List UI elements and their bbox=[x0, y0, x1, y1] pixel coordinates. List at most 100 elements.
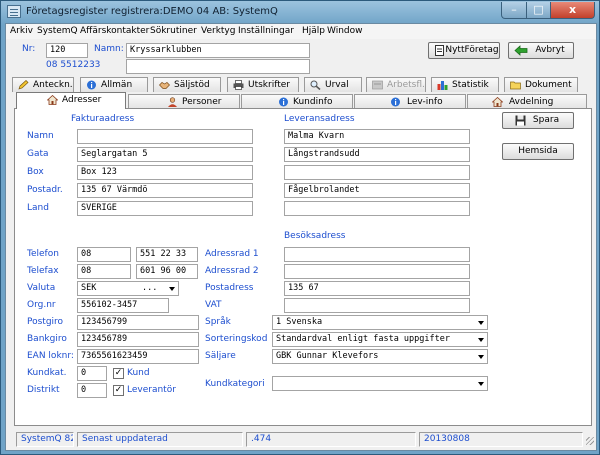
tab-adresser[interactable]: Adresser bbox=[16, 92, 126, 109]
menu-window[interactable]: Window bbox=[327, 26, 363, 36]
kund-checkbox[interactable]: ✓ bbox=[113, 368, 124, 379]
tab-dokument[interactable]: Dokument bbox=[504, 77, 578, 92]
phone-number: 08 5512233 bbox=[46, 60, 101, 70]
bankgiro-field[interactable]: 123456789 bbox=[77, 332, 199, 347]
sorteringskod-select[interactable]: Standardval enligt fasta uppgifter bbox=[272, 332, 488, 347]
tab-lev-info-label: Lev-info bbox=[407, 97, 443, 107]
tab-urval[interactable]: Urval bbox=[304, 77, 362, 92]
tab-lev-info[interactable]: Lev-info bbox=[354, 94, 466, 109]
tab-kundinfo-label: Kundinfo bbox=[293, 97, 333, 107]
resize-grip-icon[interactable] bbox=[586, 437, 594, 445]
adressrad2-field[interactable] bbox=[284, 264, 470, 279]
menu-sokrutiner[interactable]: Sökrutiner bbox=[150, 26, 197, 36]
status-system: SystemQ 82 bbox=[16, 432, 74, 447]
valuta-dots: ... bbox=[142, 283, 158, 293]
chevron-down-icon bbox=[478, 382, 484, 386]
menu-arkiv[interactable]: Arkiv bbox=[10, 26, 33, 36]
postgiro-field[interactable]: 123456799 bbox=[77, 315, 199, 330]
telefon-label: Telefon bbox=[27, 249, 59, 259]
distrikt-field[interactable]: 0 bbox=[77, 383, 107, 398]
client-area: Arkiv SystemQ Affärskontakter Sökrutiner… bbox=[5, 23, 597, 451]
sprak-select[interactable]: 1 Svenska bbox=[272, 315, 488, 330]
vat-field[interactable] bbox=[284, 298, 470, 313]
tab-statistik-label: Statistik bbox=[452, 80, 489, 90]
menu-verktyg[interactable]: Verktyg bbox=[201, 26, 235, 36]
nr-label: Nr: bbox=[22, 44, 36, 54]
adressrad1-label: Adressrad 1 bbox=[205, 249, 259, 259]
postadress-label: Postadress bbox=[205, 283, 254, 293]
ean-field[interactable]: 7365561623459 bbox=[77, 349, 199, 364]
leverans-rad1-field[interactable]: Malma Kvarn bbox=[284, 129, 470, 144]
title-bar[interactable]: Företagsregister registrera:DEMO 04 AB: … bbox=[1, 1, 600, 23]
telefax-area-field[interactable]: 08 bbox=[77, 264, 131, 279]
telefax-number-field[interactable]: 601 96 00 bbox=[136, 264, 198, 279]
postadress-field[interactable]: 135 67 bbox=[284, 281, 470, 296]
namn-field[interactable]: Kryssarklubben bbox=[126, 43, 310, 58]
kundkategori-select[interactable] bbox=[272, 376, 488, 391]
leverans-rad2-field[interactable]: Långstrandsudd bbox=[284, 147, 470, 162]
avbryt-button[interactable]: Avbryt bbox=[508, 42, 574, 59]
workflow-icon bbox=[372, 80, 383, 90]
pencil-icon bbox=[18, 80, 29, 90]
maximize-button[interactable]: □ bbox=[526, 2, 551, 19]
menu-systemq[interactable]: SystemQ bbox=[37, 26, 78, 36]
faktura-namn-field[interactable] bbox=[77, 129, 253, 144]
hemsida-button[interactable]: Hemsida bbox=[502, 143, 574, 160]
status-bar: SystemQ 82 Senast uppdaterad .474 201308… bbox=[6, 429, 596, 449]
info-icon bbox=[87, 80, 96, 90]
besoksadress-heading: Besöksadress bbox=[284, 231, 346, 241]
leverantor-checkbox[interactable]: ✓ bbox=[113, 385, 124, 396]
house-icon bbox=[47, 95, 58, 105]
tab-arbetsfl: Arbetsfl. bbox=[366, 77, 426, 92]
menu-installningar[interactable]: Inställningar bbox=[238, 26, 294, 36]
saljare-select[interactable]: GBK Gunnar Klevefors bbox=[272, 349, 488, 364]
leverans-rad4-field[interactable]: Fågelbrolandet bbox=[284, 183, 470, 198]
saljare-label: Säljare bbox=[205, 351, 236, 361]
tab-personer[interactable]: Personer bbox=[128, 94, 240, 109]
tab-arbetsfl-label: Arbetsfl. bbox=[387, 80, 425, 90]
tab-anteckn-label: Anteckn. bbox=[33, 80, 73, 90]
tab-kundinfo[interactable]: Kundinfo bbox=[241, 94, 353, 109]
close-button[interactable]: x bbox=[550, 2, 595, 19]
floppy-disk-icon bbox=[515, 115, 526, 126]
bar-chart-icon bbox=[437, 81, 448, 90]
leverans-rad3-field[interactable] bbox=[284, 165, 470, 180]
faktura-gata-field[interactable]: Seglargatan 5 bbox=[77, 147, 253, 162]
adressrad1-field[interactable] bbox=[284, 247, 470, 262]
info-icon bbox=[279, 97, 288, 107]
tab-utskrifter[interactable]: Utskrifter bbox=[227, 77, 299, 92]
tab-avdelning[interactable]: Avdelning bbox=[467, 94, 587, 109]
faktura-land-field[interactable]: SVERIGE bbox=[77, 201, 253, 216]
tab-allman[interactable]: Allmän bbox=[80, 77, 148, 92]
kundkategori-label: Kundkategori bbox=[205, 379, 265, 389]
tab-dokument-label: Dokument bbox=[525, 80, 572, 90]
chevron-down-icon bbox=[478, 338, 484, 342]
nr-field[interactable]: 120 bbox=[46, 43, 88, 58]
sorteringskod-label: Sorteringskod bbox=[205, 334, 268, 344]
menu-hjalp[interactable]: Hjälp bbox=[302, 26, 325, 36]
orgnr-field[interactable]: 556102-3457 bbox=[77, 298, 169, 313]
spara-button[interactable]: Spara bbox=[502, 112, 574, 129]
tab-anteckn[interactable]: Anteckn. bbox=[12, 77, 74, 92]
telefon-area-field[interactable]: 08 bbox=[77, 247, 131, 262]
leverans-rad5-field[interactable] bbox=[284, 201, 470, 216]
faktura-box-field[interactable]: Box 123 bbox=[77, 165, 253, 180]
telefon-number-field[interactable]: 551 22 33 bbox=[136, 247, 198, 262]
tab-statistik[interactable]: Statistik bbox=[431, 77, 499, 92]
menu-affarskontakter[interactable]: Affärskontakter bbox=[80, 26, 149, 36]
valuta-select[interactable]: SEK ... bbox=[77, 281, 179, 296]
faktura-postadr-field[interactable]: 135 67 Värmdö bbox=[77, 183, 253, 198]
printer-icon bbox=[233, 80, 244, 90]
adressrad2-label: Adressrad 2 bbox=[205, 266, 259, 276]
nytt-foretag-button[interactable]: NyttFöretag bbox=[428, 42, 500, 59]
namn-label: Namn: bbox=[94, 44, 124, 54]
chevron-down-icon bbox=[478, 321, 484, 325]
kundkat-field[interactable]: 0 bbox=[77, 366, 107, 381]
minimize-button[interactable]: – bbox=[501, 2, 527, 19]
sprak-value: 1 Svenska bbox=[276, 317, 323, 327]
namn-line2-field[interactable] bbox=[126, 59, 310, 74]
tab-urval-label: Urval bbox=[325, 80, 349, 90]
tab-saljstod[interactable]: Säljstöd bbox=[153, 77, 221, 92]
chevron-down-icon bbox=[169, 287, 175, 291]
person-icon bbox=[168, 97, 177, 107]
